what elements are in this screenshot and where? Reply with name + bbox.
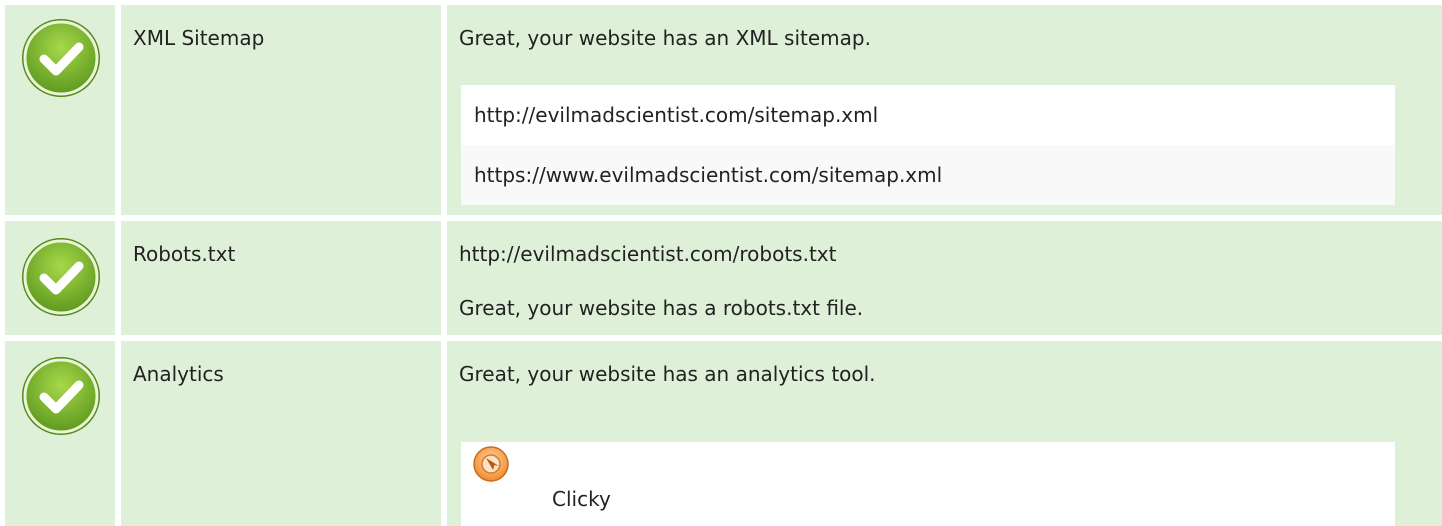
check-name-cell: Robots.txt: [121, 221, 441, 335]
check-label: Analytics: [133, 362, 224, 386]
analytics-tool-item: Clicky: [461, 442, 1395, 526]
check-label: Robots.txt: [133, 242, 236, 266]
check-circle-icon: [22, 238, 100, 316]
status-cell-robots: [5, 221, 115, 335]
check-name-cell: Analytics: [121, 341, 441, 526]
check-name-cell: XML Sitemap: [121, 5, 441, 215]
result-message: Great, your website has a robots.txt fil…: [459, 296, 864, 320]
check-circle-icon: [22, 19, 100, 97]
sitemap-url: http://evilmadscientist.com/sitemap.xml: [461, 85, 1395, 145]
sitemap-url: https://www.evilmadscientist.com/sitemap…: [461, 145, 1395, 205]
check-result-cell: Great, your website has an analytics too…: [447, 341, 1442, 526]
check-label: XML Sitemap: [133, 26, 265, 50]
analytics-tool-name: Clicky: [552, 487, 611, 511]
status-cell-xml-sitemap: [5, 5, 115, 215]
seo-checks-table: XML Sitemap Great, your website has an X…: [0, 0, 1442, 526]
check-circle-icon: [22, 357, 100, 435]
check-result-cell: Great, your website has an XML sitemap. …: [447, 5, 1442, 215]
clicky-logo-icon: [473, 446, 509, 482]
status-cell-analytics: [5, 341, 115, 526]
check-result-cell: http://evilmadscientist.com/robots.txt G…: [447, 221, 1442, 335]
robots-url: http://evilmadscientist.com/robots.txt: [459, 242, 837, 266]
sitemap-url-list: http://evilmadscientist.com/sitemap.xml …: [461, 85, 1395, 205]
result-message: Great, your website has an XML sitemap.: [459, 26, 871, 50]
result-message: Great, your website has an analytics too…: [459, 362, 876, 386]
